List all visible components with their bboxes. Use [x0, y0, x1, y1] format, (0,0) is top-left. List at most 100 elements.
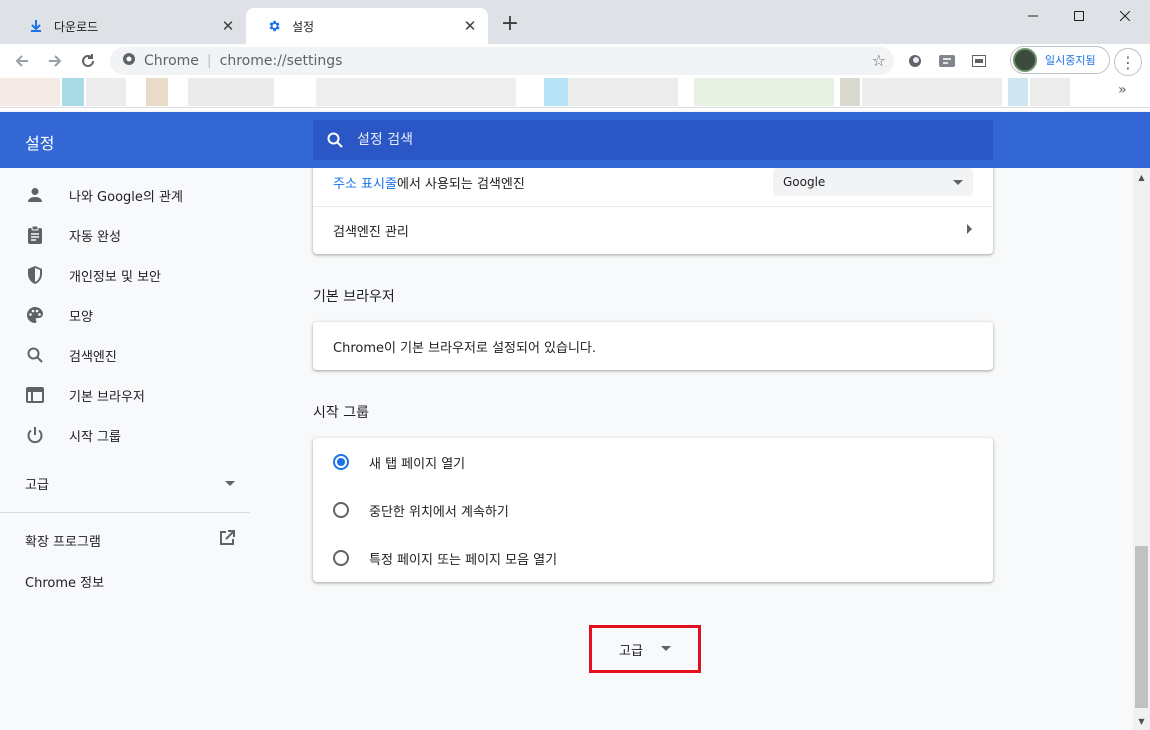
minimize-button[interactable]: [1010, 0, 1056, 32]
search-engine-card: 주소 표시줄 에서 사용되는 검색엔진 Google 검색엔진 관리: [313, 168, 993, 254]
sidebar-item-autofill[interactable]: 자동 완성: [0, 215, 250, 255]
sidebar-item-you-and-google[interactable]: 나와 Google의 관계: [0, 175, 250, 215]
startup-option-specific-pages[interactable]: 특정 페이지 또는 페이지 모음 열기: [313, 534, 993, 582]
sidebar: 나와 Google의 관계 자동 완성 개인정보 및 보안 모양 검색엔진 기본…: [0, 168, 260, 730]
gear-icon: [266, 18, 282, 34]
startup-option-new-tab[interactable]: 새 탭 페이지 열기: [313, 438, 993, 486]
sidebar-extensions-link[interactable]: 확장 프로그램: [25, 525, 235, 555]
extension-circle-icon[interactable]: [906, 52, 924, 70]
advanced-button-label: 고급: [619, 643, 643, 659]
close-tab-icon[interactable]: ✕: [220, 17, 236, 35]
on-startup-card: 새 탭 페이지 열기 중단한 위치에서 계속하기 특정 페이지 또는 페이지 모…: [313, 438, 993, 582]
profile-button[interactable]: 일시중지됨: [1010, 46, 1110, 74]
sidebar-item-search-engine[interactable]: 검색엔진: [0, 335, 250, 375]
tab-settings[interactable]: 설정 ✕: [246, 8, 488, 44]
new-tab-button[interactable]: +: [498, 12, 522, 36]
bookmark-item[interactable]: [316, 78, 516, 106]
sidebar-item-default-browser[interactable]: 기본 브라우저: [0, 375, 250, 415]
sidebar-advanced-label: 고급: [25, 477, 49, 493]
cast-icon[interactable]: [970, 52, 988, 70]
radio-button[interactable]: [333, 550, 349, 566]
back-button[interactable]: [8, 47, 36, 75]
settings-header: 설정: [0, 112, 1150, 168]
person-icon: [25, 185, 45, 205]
sidebar-item-on-startup[interactable]: 시작 그룹: [0, 415, 250, 455]
forward-button[interactable]: [41, 47, 69, 75]
scroll-down-arrow-icon[interactable]: ▼: [1133, 714, 1150, 728]
search-engine-select[interactable]: Google: [773, 168, 973, 196]
extension-tag-icon[interactable]: [938, 52, 956, 70]
bookmark-item[interactable]: [862, 78, 1002, 106]
reload-button[interactable]: [74, 47, 102, 75]
close-window-button[interactable]: [1102, 0, 1148, 32]
maximize-button[interactable]: [1056, 0, 1102, 32]
settings-content: 나와 Google의 관계 자동 완성 개인정보 및 보안 모양 검색엔진 기본…: [0, 168, 1150, 730]
bookmark-item[interactable]: [840, 78, 860, 106]
address-bar-link[interactable]: 주소 표시줄: [333, 173, 397, 192]
sidebar-item-label: 시작 그룹: [69, 429, 121, 445]
bookmark-item[interactable]: [146, 78, 168, 106]
dropdown-arrow-icon: [225, 476, 235, 491]
radio-button-checked[interactable]: [333, 454, 349, 470]
more-menu-icon[interactable]: ⋮: [1114, 48, 1142, 76]
divider: [0, 512, 250, 513]
dropdown-arrow-icon: [953, 175, 963, 189]
on-startup-title: 시작 그룹: [313, 405, 369, 421]
bookmark-item[interactable]: [694, 78, 834, 106]
url-text: chrome://settings: [219, 53, 343, 69]
selected-engine: Google: [783, 175, 826, 189]
bookmarks-overflow-icon[interactable]: »: [1118, 82, 1127, 98]
search-engine-description: 에서 사용되는 검색엔진: [396, 176, 525, 192]
sidebar-about-chrome[interactable]: Chrome 정보: [25, 572, 104, 591]
tab-label: 설정: [292, 19, 315, 34]
chrome-icon: [122, 52, 136, 70]
bookmark-item[interactable]: [62, 78, 84, 106]
bookmark-item[interactable]: [0, 78, 60, 106]
search-icon: [25, 345, 45, 365]
advanced-button[interactable]: 고급: [589, 625, 701, 673]
sidebar-item-label: 나와 Google의 관계: [69, 189, 183, 205]
browser-toolbar: Chrome | chrome://settings ☆ 일시중지됨 ⋮: [0, 44, 1150, 78]
sidebar-item-label: 모양: [69, 309, 93, 325]
site-name: Chrome: [144, 53, 199, 69]
star-icon[interactable]: ☆: [872, 51, 886, 70]
dropdown-arrow-icon: [660, 644, 671, 655]
startup-option-label: 특정 페이지 또는 페이지 모음 열기: [369, 552, 558, 568]
sidebar-item-label: 개인정보 및 보안: [69, 269, 161, 285]
bookmark-item[interactable]: [544, 78, 568, 106]
divider: |: [206, 53, 212, 69]
scroll-up-arrow-icon[interactable]: ▲: [1133, 170, 1150, 184]
search-input[interactable]: [357, 132, 857, 148]
sidebar-item-label: 검색엔진: [69, 349, 117, 365]
bookmark-item[interactable]: [1030, 78, 1070, 106]
sidebar-item-privacy[interactable]: 개인정보 및 보안: [0, 255, 250, 295]
sidebar-advanced-toggle[interactable]: 고급: [25, 468, 235, 498]
title-bar: 다운로드 ✕ 설정 ✕ +: [0, 0, 1150, 44]
search-icon: [327, 132, 343, 148]
settings-search[interactable]: [313, 120, 993, 160]
clipboard-icon: [25, 225, 45, 245]
search-engine-row: 주소 표시줄 에서 사용되는 검색엔진 Google: [313, 168, 993, 206]
address-bar[interactable]: Chrome | chrome://settings ☆: [110, 47, 894, 75]
radio-button[interactable]: [333, 502, 349, 518]
manage-search-engines-row[interactable]: 검색엔진 관리: [313, 206, 993, 254]
scroll-thumb[interactable]: [1135, 546, 1148, 708]
bookmark-item[interactable]: [568, 78, 678, 106]
close-tab-icon[interactable]: ✕: [462, 17, 478, 35]
bookmark-item[interactable]: [86, 78, 126, 106]
download-icon: [28, 18, 44, 34]
bookmarks-bar: »: [0, 78, 1150, 108]
scrollbar[interactable]: ▲ ▼: [1133, 168, 1150, 730]
profile-status: 일시중지됨: [1045, 54, 1096, 67]
avatar: [1013, 48, 1037, 72]
default-browser-row: Chrome이 기본 브라우저로 설정되어 있습니다.: [313, 322, 993, 370]
bookmark-item[interactable]: [1008, 78, 1028, 106]
page-title: 설정: [25, 134, 55, 153]
tab-downloads[interactable]: 다운로드 ✕: [8, 8, 246, 44]
manage-search-engines-label: 검색엔진 관리: [333, 225, 409, 240]
bookmark-item[interactable]: [188, 78, 274, 106]
tab-label: 다운로드: [54, 19, 99, 34]
startup-option-continue[interactable]: 중단한 위치에서 계속하기: [313, 486, 993, 534]
sidebar-item-appearance[interactable]: 모양: [0, 295, 250, 335]
sidebar-extensions-label: 확장 프로그램: [25, 534, 101, 550]
